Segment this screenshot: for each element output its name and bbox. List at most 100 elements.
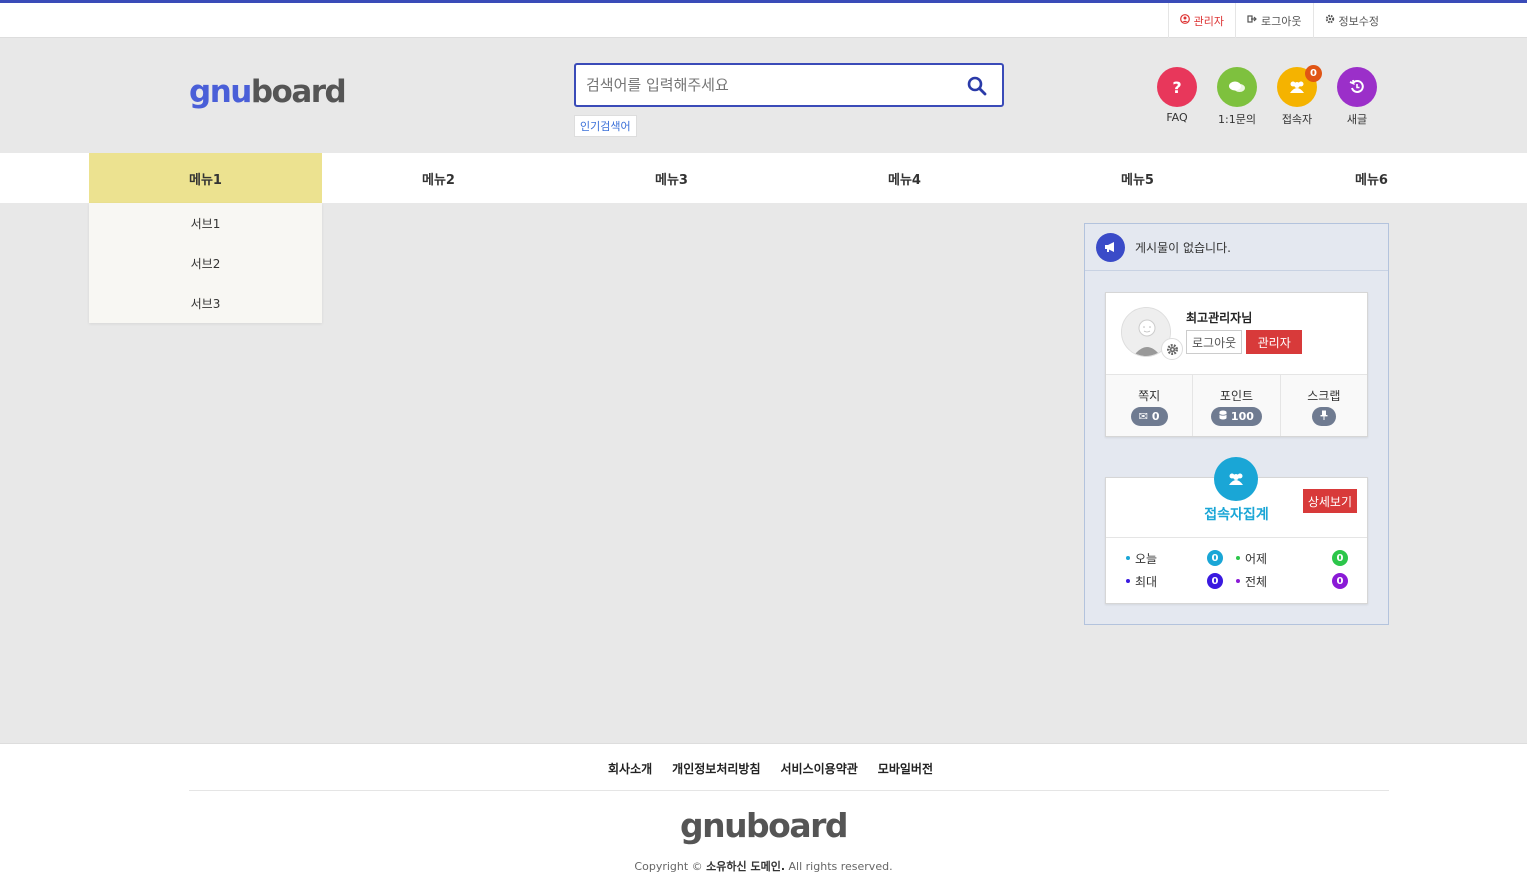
bullet-icon — [1126, 556, 1130, 560]
logo-part-board: board — [250, 74, 347, 110]
nav-item-menu1[interactable]: 메뉴1 — [89, 153, 322, 203]
submenu-item-sub2[interactable]: 서브2 — [89, 243, 322, 283]
envelope-icon: ✉ — [1138, 410, 1149, 423]
user-box: 최고관리자님 로그아웃 관리자 쪽지 ✉ 0 포인트 100 스크랩 — [1105, 292, 1368, 437]
footer-link-mobile[interactable]: 모바일버전 — [868, 760, 943, 777]
faq-button[interactable]: ? FAQ — [1157, 67, 1197, 127]
notice-bar: 게시물이 없습니다. — [1085, 224, 1388, 271]
stat-memo-value: 0 — [1151, 410, 1160, 423]
divider — [1106, 537, 1367, 538]
admin-link-label: 관리자 — [1193, 14, 1225, 28]
nav-item-menu2[interactable]: 메뉴2 — [322, 153, 555, 203]
stat-scrap-pill — [1311, 407, 1336, 426]
search-input[interactable] — [576, 65, 946, 105]
question-icon: ? — [1157, 67, 1197, 107]
visitors-count-badge: 0 — [1305, 65, 1322, 82]
user-circle-icon — [1179, 14, 1190, 27]
logout-link-label: 로그아웃 — [1261, 14, 1302, 28]
search-box — [574, 63, 1004, 107]
bullet-icon — [1236, 556, 1240, 560]
stat-point-value: 100 — [1230, 410, 1254, 423]
chat-icon — [1217, 67, 1257, 107]
footer-link-privacy[interactable]: 개인정보처리방침 — [662, 760, 770, 777]
panel-logout-button[interactable]: 로그아웃 — [1186, 330, 1243, 354]
footer-divider — [189, 790, 1389, 791]
notice-text: 게시물이 없습니다. — [1135, 240, 1231, 255]
visitor-today-label: 오늘 — [1135, 551, 1158, 566]
panel-admin-button[interactable]: 관리자 — [1246, 330, 1303, 354]
new-posts-label: 새글 — [1346, 113, 1368, 126]
users-icon — [1214, 457, 1258, 501]
user-stats: 쪽지 ✉ 0 포인트 100 스크랩 — [1106, 374, 1367, 436]
stat-point-pill: 100 — [1211, 407, 1262, 426]
copyright-domain: 소유하신 도메인. — [706, 860, 786, 873]
stat-point-label: 포인트 — [1219, 389, 1254, 403]
visitor-row: 최대 0 전체 0 — [1126, 573, 1348, 589]
visitors-label: 접속자 — [1281, 113, 1313, 126]
copyright: Copyright © 소유하신 도메인. All rights reserve… — [0, 858, 1527, 874]
submenu-item-sub1[interactable]: 서브1 — [89, 203, 322, 243]
faq-label: FAQ — [1166, 111, 1188, 124]
logout-link[interactable]: 로그아웃 — [1235, 3, 1312, 38]
footer-logo: gnuboard — [679, 806, 849, 845]
user-buttons: 로그아웃 관리자 — [1186, 330, 1303, 354]
database-icon — [1219, 410, 1231, 423]
sign-out-icon — [1247, 14, 1257, 27]
copyright-prefix: Copyright © — [634, 860, 707, 873]
visitor-detail-button[interactable]: 상세보기 — [1302, 489, 1357, 513]
gear-icon — [1325, 14, 1335, 27]
stat-scrap[interactable]: 스크랩 — [1281, 375, 1367, 436]
history-icon — [1337, 67, 1377, 107]
pin-icon — [1320, 410, 1328, 423]
side-panel: 게시물이 없습니다. 최고관리자님 로그아웃 관리자 쪽지 ✉ 0 포인트 10… — [1084, 223, 1389, 625]
visitors-button[interactable]: 0 접속자 — [1277, 65, 1322, 127]
visitor-total-value: 0 — [1332, 573, 1348, 589]
visitor-row: 오늘 0 어제 0 — [1126, 550, 1348, 566]
inquiry-label: 1:1문의 — [1218, 113, 1256, 126]
nav-item-menu3[interactable]: 메뉴3 — [555, 153, 788, 203]
visitor-yesterday-label: 어제 — [1245, 551, 1268, 566]
header: gnuboard 인기검색어 ? FAQ 1:1문의 0 접속자 — [0, 38, 1527, 153]
visitor-total-label: 전체 — [1245, 574, 1268, 589]
settings-gear-icon[interactable] — [1161, 338, 1183, 360]
nav-item-menu5[interactable]: 메뉴5 — [1021, 153, 1254, 203]
submenu-item-sub3[interactable]: 서브3 — [89, 283, 322, 323]
edit-info-link[interactable]: 정보수정 — [1312, 3, 1390, 38]
copyright-suffix: All rights reserved. — [785, 860, 893, 873]
logo-part-gnu: gnu — [189, 74, 252, 110]
visitor-total: 전체 0 — [1236, 573, 1348, 589]
site-logo[interactable]: gnuboard — [189, 74, 347, 110]
main-nav: 메뉴1 메뉴2 메뉴3 메뉴4 메뉴5 메뉴6 — [0, 153, 1527, 203]
stat-memo[interactable]: 쪽지 ✉ 0 — [1106, 375, 1194, 436]
inquiry-button[interactable]: 1:1문의 — [1217, 67, 1257, 127]
stat-memo-pill: ✉ 0 — [1130, 407, 1168, 426]
top-bar: 관리자 로그아웃 정보수정 — [0, 0, 1527, 38]
visitor-max-label: 최대 — [1135, 574, 1158, 589]
nav-submenu: 서브1 서브2 서브3 — [89, 203, 322, 323]
bullet-icon — [1236, 579, 1240, 583]
visitor-yesterday: 어제 0 — [1236, 550, 1348, 566]
new-posts-button[interactable]: 새글 — [1337, 67, 1377, 127]
stat-memo-label: 쪽지 — [1138, 389, 1161, 403]
admin-link[interactable]: 관리자 — [1167, 3, 1235, 38]
popular-keywords-button[interactable]: 인기검색어 — [574, 115, 637, 137]
nav-item-menu6[interactable]: 메뉴6 — [1255, 153, 1488, 203]
bullet-icon — [1126, 579, 1130, 583]
footer-link-company[interactable]: 회사소개 — [598, 760, 662, 777]
user-name: 최고관리자님 — [1186, 311, 1253, 325]
edit-info-link-label: 정보수정 — [1338, 14, 1379, 28]
search-icon[interactable] — [966, 75, 988, 97]
visitor-max-value: 0 — [1207, 573, 1223, 589]
visitor-today: 오늘 0 — [1126, 550, 1236, 566]
visitor-yesterday-value: 0 — [1332, 550, 1348, 566]
visitor-today-value: 0 — [1207, 550, 1223, 566]
top-links: 관리자 로그아웃 정보수정 — [1167, 3, 1390, 38]
footer: 회사소개 개인정보처리방침 서비스이용약관 모바일버전 gnuboard Cop… — [0, 743, 1527, 896]
footer-links: 회사소개 개인정보처리방침 서비스이용약관 모바일버전 — [0, 760, 1527, 777]
quick-icons: ? FAQ 1:1문의 0 접속자 새글 — [1157, 65, 1377, 127]
visitor-stats-box: 접속자집계 상세보기 오늘 0 어제 0 최대 0 전체 0 — [1105, 457, 1368, 604]
megaphone-icon — [1096, 232, 1125, 262]
nav-item-menu4[interactable]: 메뉴4 — [788, 153, 1021, 203]
footer-link-terms[interactable]: 서비스이용약관 — [771, 760, 868, 777]
stat-point[interactable]: 포인트 100 — [1193, 375, 1281, 436]
